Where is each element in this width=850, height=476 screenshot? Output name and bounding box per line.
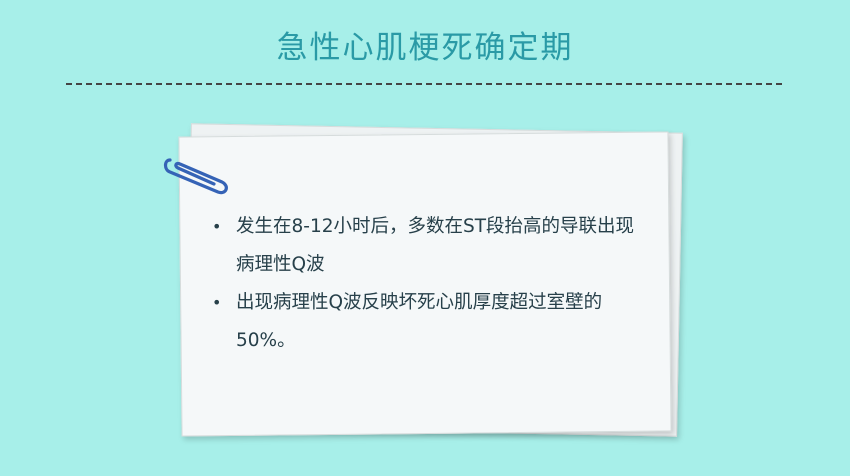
bullet-text: 发生在8-12小时后，多数在ST段抬高的导联出现病理性Q波 <box>236 216 635 275</box>
bullet-dot-icon: • <box>212 217 222 236</box>
slide-title: 急性心肌梗死确定期 <box>276 30 574 66</box>
bullet-item: • 出现病理性Q波反映坏死心肌厚度超过室壁的50%。 <box>210 284 650 360</box>
bullet-text: 出现病理性Q波反映坏死心肌厚度超过室壁的50%。 <box>236 292 603 351</box>
bullet-dot-icon: • <box>212 293 222 312</box>
paperclip-icon <box>163 158 228 195</box>
dashed-divider <box>66 83 782 85</box>
bullet-list: • 发生在8-12小时后，多数在ST段抬高的导联出现病理性Q波 • 出现病理性Q… <box>210 208 650 360</box>
bullet-item: • 发生在8-12小时后，多数在ST段抬高的导联出现病理性Q波 <box>210 208 650 284</box>
